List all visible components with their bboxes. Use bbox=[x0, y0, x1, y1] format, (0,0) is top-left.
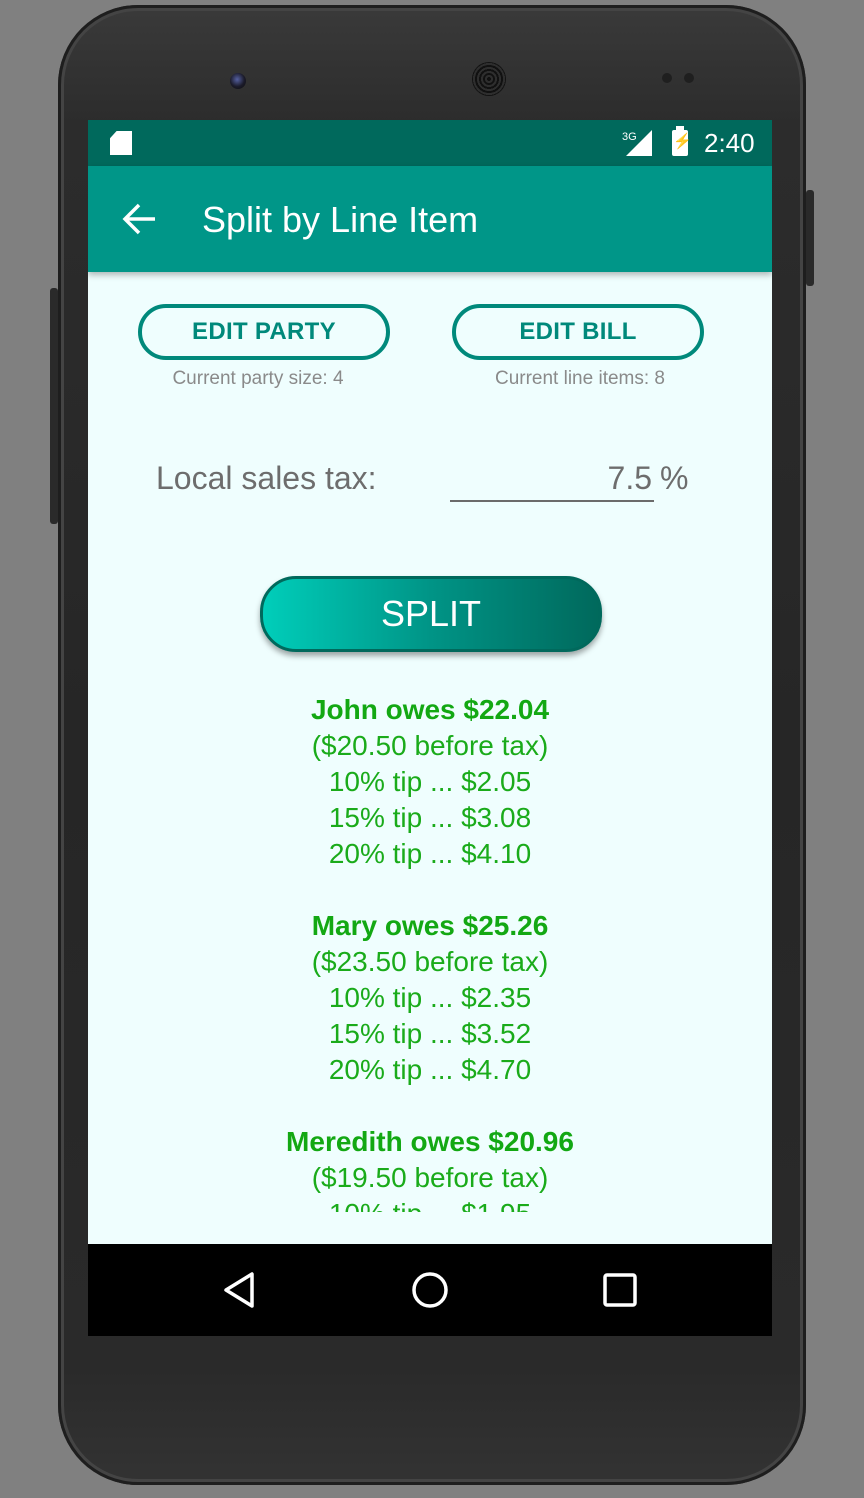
line-items-caption: Current line items: 8 bbox=[494, 368, 665, 389]
before-tax-amount: ($19.50 before tax) bbox=[311, 1162, 549, 1193]
tip-20: 20% tip ... $4.70 bbox=[328, 1054, 532, 1085]
results-list[interactable]: John owes $22.04 ($20.50 before tax) 10%… bbox=[88, 692, 772, 1212]
front-camera bbox=[230, 73, 246, 89]
sales-tax-label: Local sales tax: bbox=[156, 460, 377, 496]
amount-owed: Meredith owes $20.96 bbox=[286, 1126, 574, 1157]
arrow-left-icon[interactable] bbox=[122, 202, 158, 236]
status-bar: 3G 2:40 bbox=[88, 120, 772, 166]
tip-10: 10% tip ... $1.95 bbox=[88, 1196, 772, 1212]
amount-owed: John owes $22.04 bbox=[310, 694, 550, 725]
tip-15: 15% tip ... $3.08 bbox=[328, 802, 532, 833]
person-result: John owes $22.04 ($20.50 before tax) 10%… bbox=[88, 692, 772, 872]
split-button[interactable]: SPLIT bbox=[260, 576, 602, 652]
tip-20: 20% tip ... $4.10 bbox=[328, 838, 532, 869]
phone-screen: 3G 2:40 Split by Line Item EDIT PARTY Cu… bbox=[88, 120, 772, 1336]
light-sensor bbox=[684, 73, 694, 83]
person-result: Mary owes $25.26 ($23.50 before tax) 10%… bbox=[88, 908, 772, 1088]
before-tax-amount: ($20.50 before tax) bbox=[311, 730, 549, 761]
sd-card-icon bbox=[110, 131, 132, 155]
edit-party-button[interactable]: EDIT PARTY bbox=[138, 304, 390, 360]
sales-tax-value[interactable]: 7.5 bbox=[608, 458, 652, 498]
volume-button bbox=[50, 288, 58, 524]
battery-charging-icon bbox=[672, 126, 692, 156]
tip-10: 10% tip ... $2.35 bbox=[328, 982, 532, 1013]
square-recents-icon[interactable] bbox=[600, 1270, 640, 1310]
page-title: Split by Line Item bbox=[202, 199, 479, 240]
proximity-sensor bbox=[662, 73, 672, 83]
edit-bill-button[interactable]: EDIT BILL bbox=[452, 304, 704, 360]
party-size-caption: Current party size: 4 bbox=[172, 368, 344, 389]
network-type-label: 3G bbox=[622, 131, 637, 143]
percent-unit: % bbox=[660, 460, 689, 496]
earpiece-speaker bbox=[472, 62, 506, 96]
navigation-bar bbox=[88, 1244, 772, 1336]
person-result: Meredith owes $20.96 ($19.50 before tax)… bbox=[88, 1124, 772, 1212]
before-tax-amount: ($23.50 before tax) bbox=[311, 946, 549, 977]
sales-tax-input[interactable]: 7.5 bbox=[450, 454, 654, 502]
main-content: EDIT PARTY Current party size: 4 EDIT BI… bbox=[88, 272, 772, 1244]
app-bar: Split by Line Item bbox=[88, 166, 772, 272]
cell-signal-icon: 3G bbox=[622, 130, 652, 156]
tip-10: 10% tip ... $2.05 bbox=[328, 766, 532, 797]
triangle-back-icon[interactable] bbox=[220, 1270, 260, 1310]
amount-owed: Mary owes $25.26 bbox=[311, 910, 549, 941]
status-time: 2:40 bbox=[704, 128, 755, 158]
circle-home-icon[interactable] bbox=[410, 1270, 450, 1310]
power-button bbox=[806, 190, 814, 286]
tip-15: 15% tip ... $3.52 bbox=[328, 1018, 532, 1049]
